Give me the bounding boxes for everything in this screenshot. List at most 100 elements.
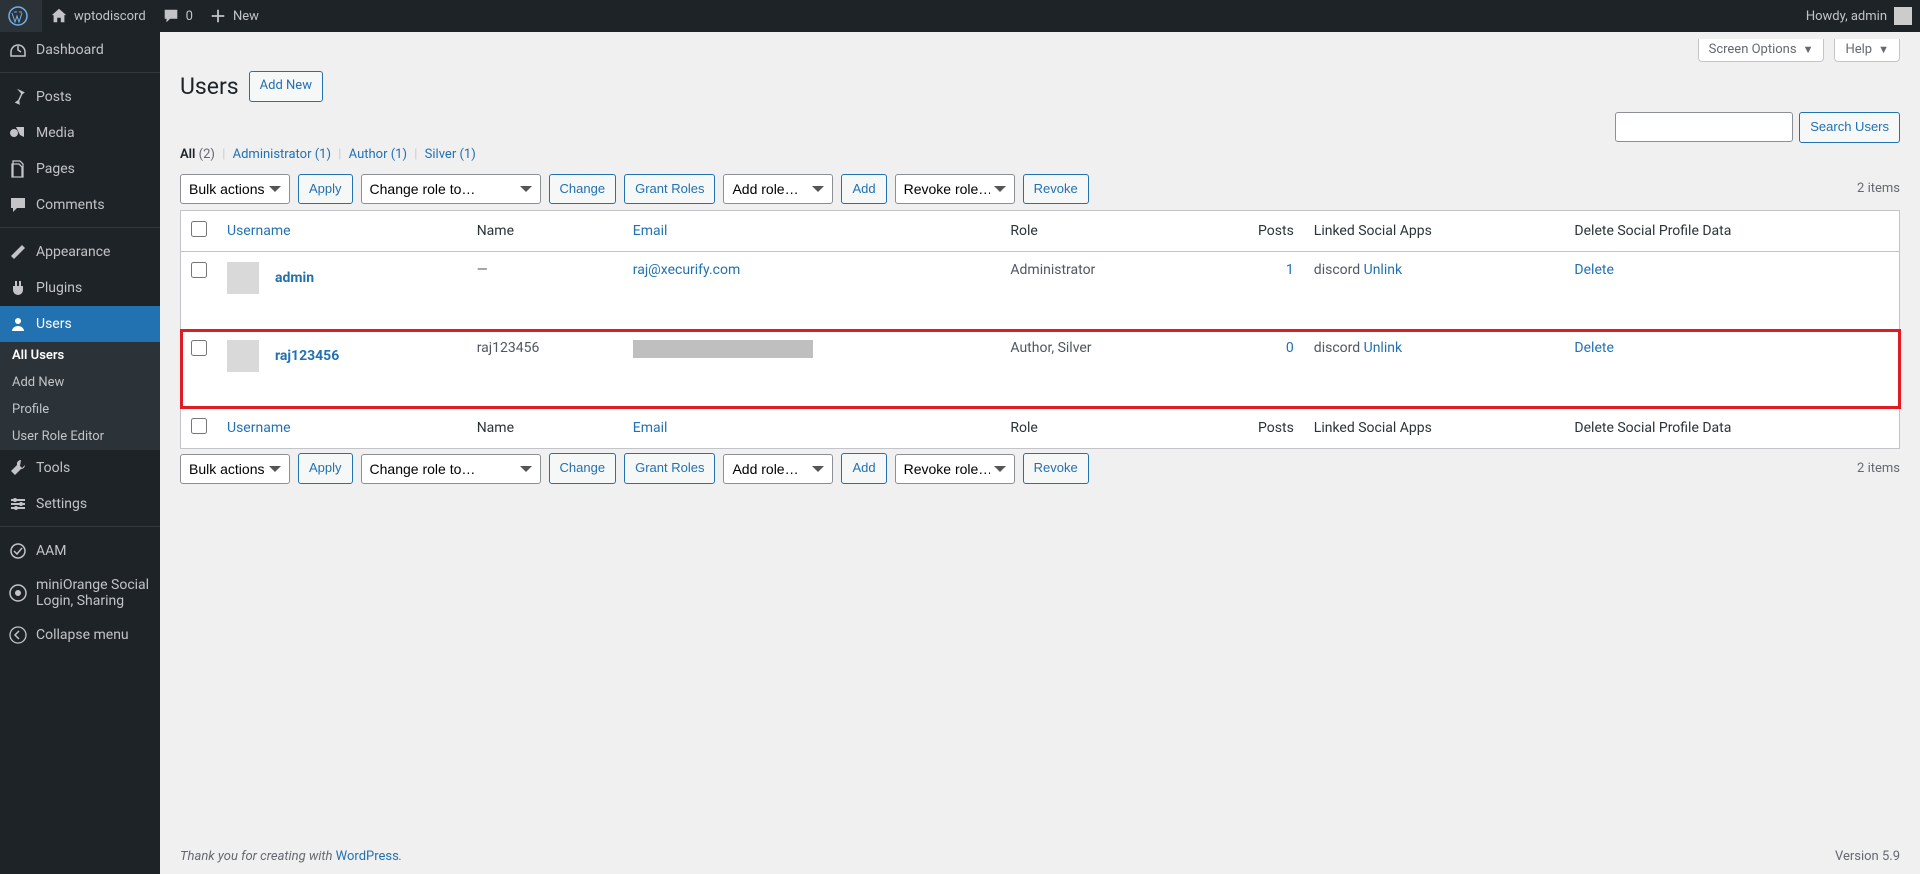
media-icon bbox=[8, 123, 28, 143]
plugin-icon bbox=[8, 278, 28, 298]
site-name: wptodiscord bbox=[74, 9, 146, 24]
col-delete-social: Delete Social Profile Data bbox=[1564, 211, 1899, 252]
page-title: Users bbox=[180, 73, 239, 100]
comments-link[interactable]: 0 bbox=[154, 0, 201, 32]
search-users-input[interactable] bbox=[1615, 112, 1793, 142]
aam-icon bbox=[8, 541, 28, 561]
posts-link[interactable]: 1 bbox=[1286, 262, 1294, 278]
items-count: 2 items bbox=[1857, 461, 1900, 476]
role-cell: Author, Silver bbox=[1000, 330, 1198, 408]
change-role-select[interactable]: Change role to… bbox=[361, 174, 541, 204]
email-link[interactable]: raj@xecurify.com bbox=[633, 262, 740, 278]
page-icon bbox=[8, 159, 28, 179]
sidebar-item-users[interactable]: Users bbox=[0, 306, 160, 342]
username-link[interactable]: raj123456 bbox=[275, 348, 339, 364]
caret-down-icon: ▼ bbox=[1803, 43, 1814, 56]
revoke-button[interactable]: Revoke bbox=[1023, 174, 1089, 205]
bulk-actions-select[interactable]: Bulk actions bbox=[180, 174, 290, 204]
sidebar-item-tools[interactable]: Tools bbox=[0, 450, 160, 486]
submenu-user-role-editor[interactable]: User Role Editor bbox=[0, 423, 160, 450]
change-role-select[interactable]: Change role to… bbox=[361, 454, 541, 484]
sidebar-item-dashboard[interactable]: Dashboard bbox=[0, 32, 160, 68]
revoke-role-select[interactable]: Revoke role… bbox=[895, 174, 1015, 204]
filter-author[interactable]: Author (1) bbox=[349, 147, 407, 162]
wp-logo[interactable] bbox=[0, 0, 42, 32]
revoke-role-select[interactable]: Revoke role… bbox=[895, 454, 1015, 484]
filter-silver[interactable]: Silver (1) bbox=[425, 147, 476, 162]
help-tab[interactable]: Help▼ bbox=[1834, 39, 1900, 62]
add-role-select[interactable]: Add role… bbox=[723, 174, 833, 204]
submenu-all-users[interactable]: All Users bbox=[0, 342, 160, 369]
comments-count: 0 bbox=[186, 9, 193, 24]
change-button[interactable]: Change bbox=[549, 174, 617, 205]
col-posts: Posts bbox=[1199, 408, 1304, 449]
screen-options-tab[interactable]: Screen Options▼ bbox=[1698, 39, 1825, 62]
site-link[interactable]: wptodiscord bbox=[42, 0, 154, 32]
apply-button[interactable]: Apply bbox=[298, 453, 353, 484]
bulk-actions-select[interactable]: Bulk actions bbox=[180, 454, 290, 484]
pin-icon bbox=[8, 87, 28, 107]
add-role-select[interactable]: Add role… bbox=[723, 454, 833, 484]
sidebar-item-settings[interactable]: Settings bbox=[0, 486, 160, 522]
users-icon bbox=[8, 314, 28, 334]
items-count: 2 items bbox=[1857, 181, 1900, 196]
unlink-link[interactable]: Unlink bbox=[1364, 340, 1402, 356]
col-email[interactable]: Email bbox=[633, 420, 668, 436]
col-username[interactable]: Username bbox=[227, 420, 291, 436]
col-name: Name bbox=[467, 211, 623, 252]
delete-link[interactable]: Delete bbox=[1574, 262, 1613, 278]
row-checkbox[interactable] bbox=[191, 262, 207, 278]
users-table: UsernameNameEmailRolePostsLinked Social … bbox=[180, 210, 1900, 449]
change-button[interactable]: Change bbox=[549, 453, 617, 484]
add-button[interactable]: Add bbox=[841, 174, 886, 205]
new-link[interactable]: New bbox=[201, 0, 267, 32]
col-name: Name bbox=[467, 408, 623, 449]
col-linked: Linked Social Apps bbox=[1304, 408, 1565, 449]
filter-admin[interactable]: Administrator (1) bbox=[233, 147, 331, 162]
col-email[interactable]: Email bbox=[633, 223, 668, 239]
sidebar-item-miniorange-social-login-sharing[interactable]: miniOrange Social Login, Sharing bbox=[0, 569, 160, 617]
col-role: Role bbox=[1000, 408, 1198, 449]
collapse-icon bbox=[8, 625, 28, 645]
unlink-link[interactable]: Unlink bbox=[1364, 262, 1402, 278]
sidebar-item-pages[interactable]: Pages bbox=[0, 151, 160, 187]
sidebar-item-plugins[interactable]: Plugins bbox=[0, 270, 160, 306]
wordpress-link[interactable]: WordPress bbox=[336, 849, 399, 864]
revoke-button[interactable]: Revoke bbox=[1023, 453, 1089, 484]
role-filters: All (2) | Administrator (1) | Author (1)… bbox=[180, 147, 1900, 162]
select-all-checkbox[interactable] bbox=[191, 418, 207, 434]
submenu-add-new[interactable]: Add New bbox=[0, 369, 160, 396]
grant-roles-button[interactable]: Grant Roles bbox=[624, 174, 715, 205]
name-cell: raj123456 bbox=[467, 330, 623, 408]
submenu-profile[interactable]: Profile bbox=[0, 396, 160, 423]
row-checkbox[interactable] bbox=[191, 340, 207, 356]
howdy-link[interactable]: Howdy, admin bbox=[1798, 0, 1920, 32]
add-new-button[interactable]: Add New bbox=[249, 71, 323, 102]
comment-icon bbox=[8, 195, 28, 215]
settings-icon bbox=[8, 494, 28, 514]
apply-button[interactable]: Apply bbox=[298, 174, 353, 205]
avatar-icon bbox=[1894, 7, 1912, 25]
new-label: New bbox=[233, 9, 259, 24]
sidebar-item-appearance[interactable]: Appearance bbox=[0, 234, 160, 270]
col-username[interactable]: Username bbox=[227, 223, 291, 239]
sidebar-item-comments[interactable]: Comments bbox=[0, 187, 160, 223]
howdy-text: Howdy, admin bbox=[1806, 9, 1887, 24]
search-users-button[interactable]: Search Users bbox=[1799, 112, 1900, 143]
grant-roles-button[interactable]: Grant Roles bbox=[624, 453, 715, 484]
posts-link[interactable]: 0 bbox=[1286, 340, 1294, 356]
add-button[interactable]: Add bbox=[841, 453, 886, 484]
sidebar-item-aam[interactable]: AAM bbox=[0, 533, 160, 569]
dashboard-icon bbox=[8, 40, 28, 60]
col-posts: Posts bbox=[1199, 211, 1304, 252]
caret-down-icon: ▼ bbox=[1878, 43, 1889, 56]
select-all-checkbox[interactable] bbox=[191, 221, 207, 237]
sidebar-item-posts[interactable]: Posts bbox=[0, 79, 160, 115]
sidebar-item-collapse-menu[interactable]: Collapse menu bbox=[0, 617, 160, 653]
delete-link[interactable]: Delete bbox=[1574, 340, 1613, 356]
app-label: discord bbox=[1314, 340, 1364, 356]
sidebar-item-media[interactable]: Media bbox=[0, 115, 160, 151]
username-link[interactable]: admin bbox=[275, 270, 314, 286]
version-label: Version 5.9 bbox=[1835, 849, 1900, 864]
col-delete-social: Delete Social Profile Data bbox=[1564, 408, 1899, 449]
